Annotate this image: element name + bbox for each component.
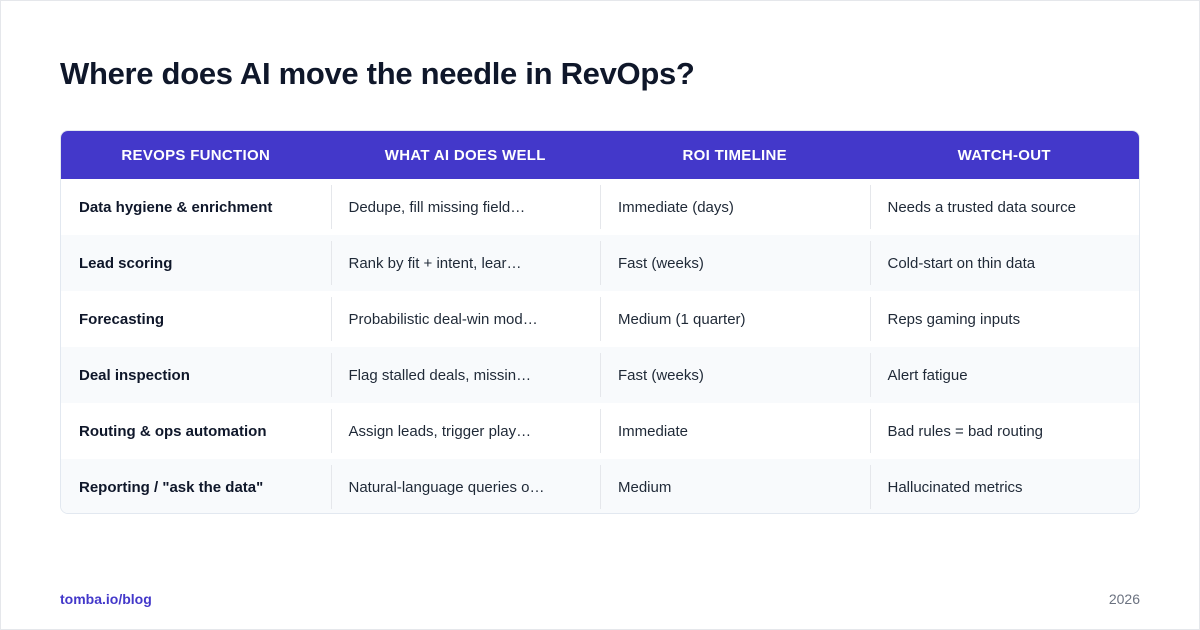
column-header-watch-out: WATCH-OUT xyxy=(957,146,1051,164)
table-row: Lead scoring Rank by fit + intent, lear…… xyxy=(61,235,1139,291)
roi-timeline-cell: Fast (weeks) xyxy=(600,235,870,291)
table-row: Routing & ops automation Assign leads, t… xyxy=(61,403,1139,459)
table-row: Data hygiene & enrichment Dedupe, fill m… xyxy=(61,179,1139,235)
function-cell: Deal inspection xyxy=(79,366,190,384)
ai-does-well-cell: Natural-language queries o… xyxy=(330,459,601,513)
roi-timeline-cell: Immediate xyxy=(600,403,870,459)
roi-timeline-cell: Immediate (days) xyxy=(600,179,870,235)
table-header: REVOPS FUNCTION WHAT AI DOES WELL ROI TI… xyxy=(61,131,1139,179)
column-header-ai-does-well: WHAT AI DOES WELL xyxy=(384,146,546,164)
page-title: Where does AI move the needle in RevOps? xyxy=(60,56,695,91)
watch-out-cell: Cold-start on thin data xyxy=(869,235,1140,291)
watch-out-cell: Reps gaming inputs xyxy=(869,291,1140,347)
function-cell: Reporting / "ask the data" xyxy=(79,478,264,496)
table-row: Deal inspection Flag stalled deals, miss… xyxy=(61,347,1139,403)
column-header-function: REVOPS FUNCTION xyxy=(121,146,271,164)
ai-does-well-cell: Flag stalled deals, missin… xyxy=(330,347,601,403)
roi-timeline-cell: Medium (1 quarter) xyxy=(600,291,870,347)
column-header-roi-timeline: ROI TIMELINE xyxy=(682,146,787,164)
roi-timeline-cell: Medium xyxy=(600,459,870,513)
table-row: Forecasting Probabilistic deal-win mod… … xyxy=(61,291,1139,347)
watch-out-cell: Alert fatigue xyxy=(869,347,1140,403)
function-cell: Routing & ops automation xyxy=(79,422,267,440)
comparison-table: REVOPS FUNCTION WHAT AI DOES WELL ROI TI… xyxy=(60,130,1140,514)
ai-does-well-cell: Probabilistic deal-win mod… xyxy=(330,291,601,347)
watch-out-cell: Hallucinated metrics xyxy=(869,459,1140,513)
footer-year: 2026 xyxy=(1108,591,1140,607)
ai-does-well-cell: Dedupe, fill missing field… xyxy=(330,179,601,235)
table-row: Reporting / "ask the data" Natural-langu… xyxy=(61,459,1140,513)
watch-out-cell: Bad rules = bad routing xyxy=(869,403,1140,459)
roi-timeline-cell: Fast (weeks) xyxy=(600,347,870,403)
function-cell: Forecasting xyxy=(79,310,165,328)
blog-link[interactable]: tomba.io/blog xyxy=(60,591,152,607)
function-cell: Lead scoring xyxy=(79,254,173,272)
function-cell: Data hygiene & enrichment xyxy=(79,198,273,216)
ai-does-well-cell: Rank by fit + intent, lear… xyxy=(330,235,601,291)
ai-does-well-cell: Assign leads, trigger play… xyxy=(330,403,601,459)
watch-out-cell: Needs a trusted data source xyxy=(869,179,1140,235)
